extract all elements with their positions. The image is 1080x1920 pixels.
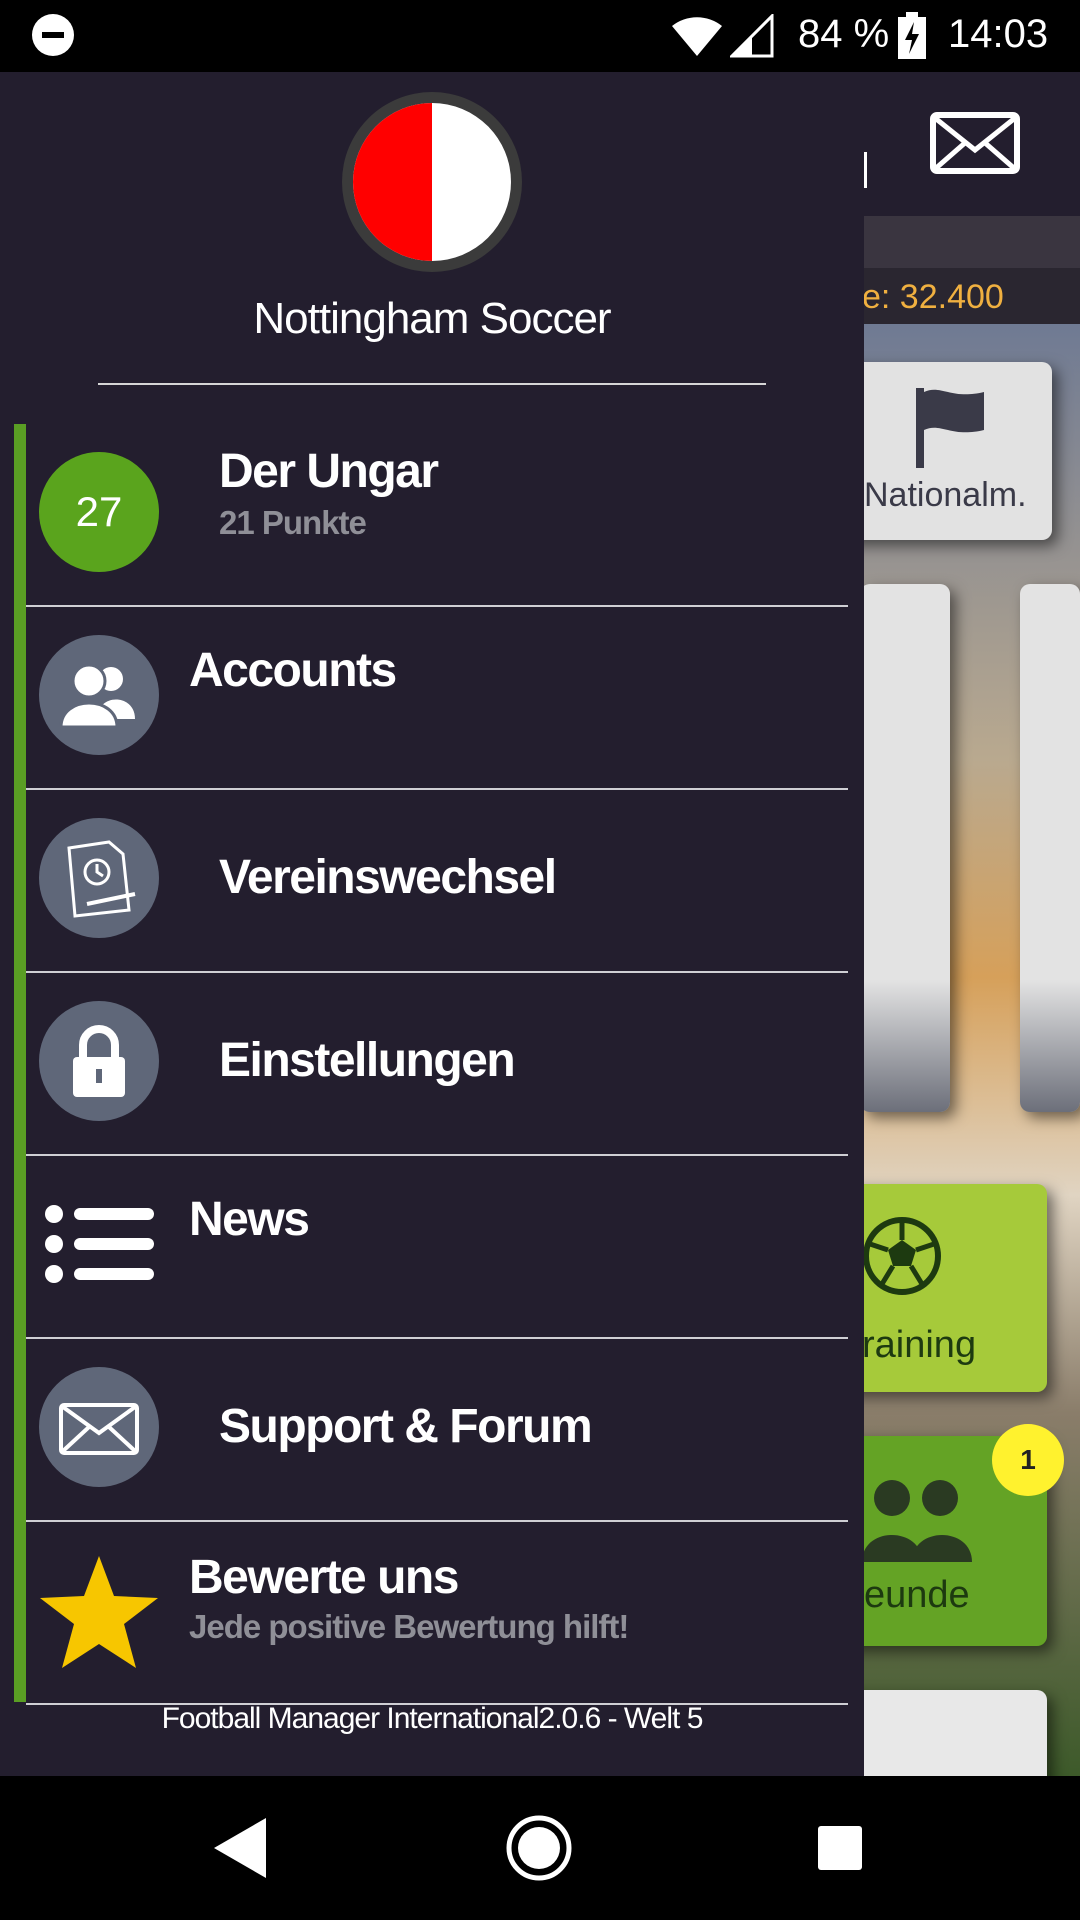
do-not-disturb-icon	[32, 14, 74, 56]
club-crest[interactable]	[342, 92, 522, 272]
contract-icon	[39, 818, 159, 938]
friends-icon	[862, 1480, 972, 1562]
national-team-label: Nationalm.	[864, 476, 1027, 514]
soccer-ball-icon	[863, 1217, 941, 1295]
back-icon[interactable]	[214, 1818, 266, 1878]
notification-badge: 1	[992, 1424, 1064, 1496]
club-crest-inner	[353, 103, 511, 261]
manager-points: 21 Punkte	[219, 504, 367, 541]
tab-divider	[864, 152, 867, 188]
home-icon[interactable]	[505, 1814, 573, 1882]
rank-badge: 27	[39, 452, 159, 572]
star-icon	[40, 1556, 158, 1668]
menu-label-accounts: Accounts	[189, 644, 397, 697]
menu-sublabel-rate: Jede positive Bewertung hilft!	[189, 1608, 629, 1645]
status-bar: 84 % 14:03	[0, 0, 1080, 72]
menu-label-support: Support & Forum	[219, 1400, 593, 1453]
menu-label-settings: Einstellungen	[219, 1034, 516, 1087]
club-crest-red-half	[353, 103, 432, 261]
budget-text: e: 32.400	[862, 278, 1004, 316]
mail-icon[interactable]	[930, 112, 1020, 174]
users-icon	[39, 635, 159, 755]
battery-percent: 84 %	[798, 12, 890, 56]
profile-item[interactable]: 27 Der Ungar 21 Punkte	[14, 424, 848, 607]
clock: 14:03	[948, 12, 1049, 56]
club-name: Nottingham Soccer	[253, 294, 611, 343]
mail-icon	[39, 1367, 159, 1487]
menu-label-rate: Bewerte uns	[189, 1551, 459, 1604]
menu-item-support[interactable]: Support & Forum	[14, 1339, 848, 1522]
wifi-icon	[672, 17, 722, 56]
menu-item-rate[interactable]: Bewerte uns Jede positive Bewertung hilf…	[14, 1522, 848, 1705]
flag-icon	[916, 388, 984, 468]
manager-name: Der Ungar	[219, 445, 439, 498]
player-card[interactable]	[860, 584, 950, 1112]
menu-item-accounts[interactable]: Accounts	[14, 607, 848, 790]
navigation-drawer: Nottingham Soccer 27 Der Ungar 21 Punkte…	[0, 72, 864, 1776]
list-icon	[45, 1205, 154, 1283]
system-navigation-bar	[0, 1776, 1080, 1920]
menu-label-club-change: Vereinswechsel	[219, 851, 557, 904]
header-divider	[98, 383, 766, 385]
signal-icon	[730, 14, 774, 58]
player-card[interactable]	[1020, 584, 1080, 1112]
lock-icon	[39, 1001, 159, 1121]
menu-item-settings[interactable]: Einstellungen	[14, 973, 848, 1156]
version-footer: Football Manager International2.0.6 - We…	[161, 1702, 704, 1735]
menu-label-news: News	[189, 1193, 310, 1246]
friends-label: eunde	[864, 1574, 970, 1616]
battery-charging-icon	[898, 12, 926, 59]
menu-item-news[interactable]: News	[14, 1156, 848, 1339]
recent-apps-icon[interactable]	[818, 1826, 862, 1870]
training-label: raining	[862, 1324, 977, 1366]
menu-item-club-change[interactable]: Vereinswechsel	[14, 790, 848, 973]
